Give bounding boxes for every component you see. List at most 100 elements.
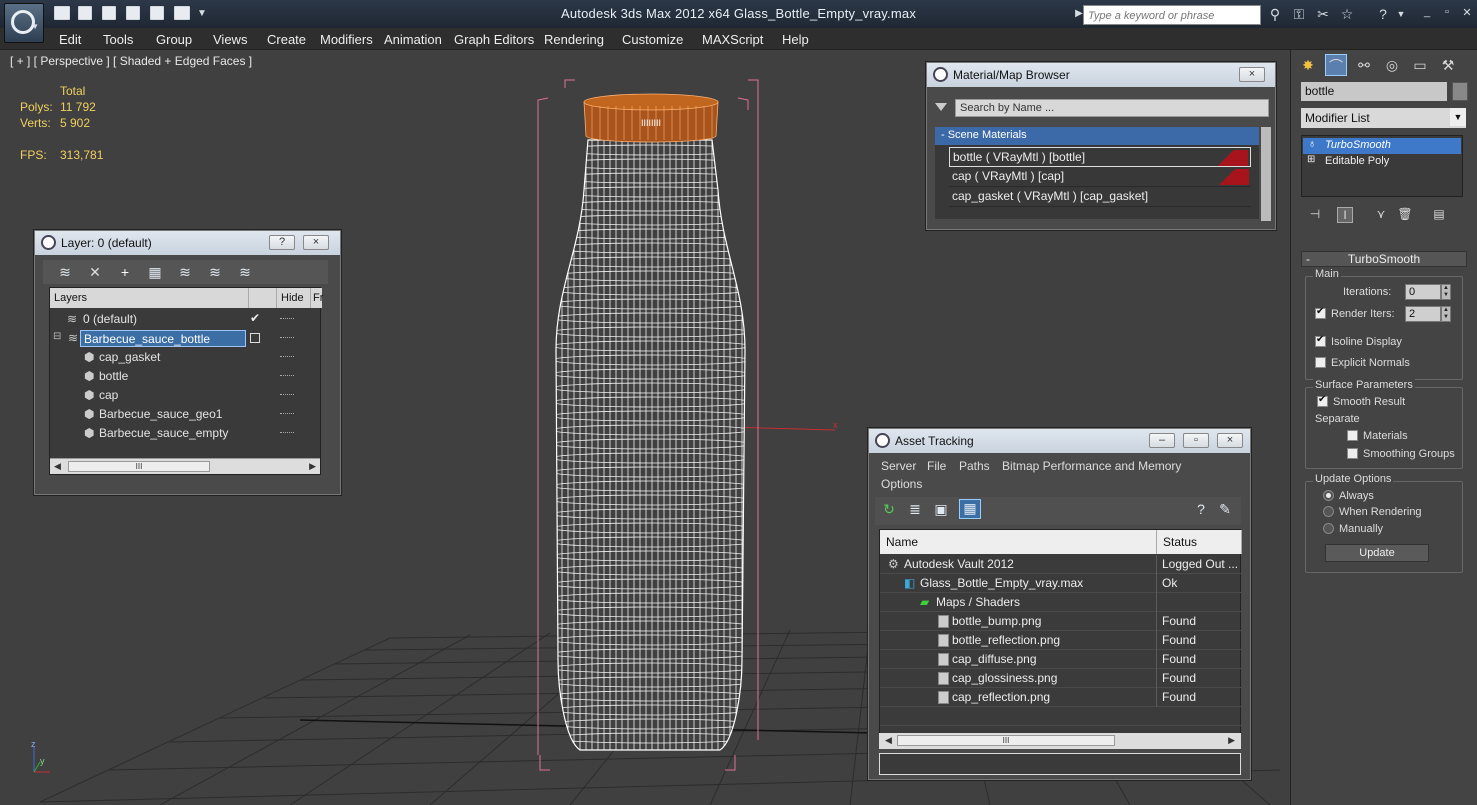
hide-toggle[interactable] xyxy=(280,337,294,340)
star-icon[interactable]: ☆ xyxy=(1339,6,1355,22)
scroll-thumb[interactable]: III xyxy=(68,461,210,472)
select-objects-icon[interactable]: ▦ xyxy=(147,264,163,280)
bottle-wireframe[interactable] xyxy=(550,140,751,760)
menu-graph-editors[interactable]: Graph Editors xyxy=(454,32,534,47)
layer-row[interactable]: ≋ 0 (default) ✔ xyxy=(50,310,320,329)
asset-row[interactable]: bottle_reflection.png Found xyxy=(880,631,1242,650)
scroll-right-icon[interactable]: ▶ xyxy=(309,461,316,472)
hide-toggle[interactable] xyxy=(280,375,294,378)
scene-materials-header[interactable]: - Scene Materials xyxy=(935,127,1259,145)
utilities-tab-icon[interactable]: ⚒ xyxy=(1437,54,1459,76)
manually-radio[interactable] xyxy=(1323,523,1334,534)
expand-icon[interactable]: ⊞ xyxy=(1307,154,1315,165)
hide-toggle[interactable] xyxy=(280,394,294,397)
asset-row[interactable]: ⚙ Autodesk Vault 2012 Logged Out ... xyxy=(880,555,1242,574)
when-rendering-radio[interactable] xyxy=(1323,506,1334,517)
collapse-icon[interactable]: ⊟ xyxy=(53,331,61,342)
object-row[interactable]: ⬢ Barbecue_sauce_empty xyxy=(50,424,320,443)
refresh-icon[interactable]: ↻ xyxy=(881,501,897,517)
maximize-button[interactable]: ▫ xyxy=(1438,6,1456,20)
binoculars-icon[interactable]: ⚲ xyxy=(1267,6,1283,22)
settings-icon[interactable]: ✎ xyxy=(1217,501,1233,517)
menu-tools[interactable]: Tools xyxy=(103,32,133,47)
menu-edit[interactable]: Edit xyxy=(59,32,81,47)
object-row[interactable]: ⬢ cap_gasket xyxy=(50,348,320,367)
active-box[interactable] xyxy=(250,333,260,343)
render-iters-checkbox[interactable] xyxy=(1315,306,1326,319)
menu-paths[interactable]: Paths xyxy=(959,459,990,473)
menu-animation[interactable]: Animation xyxy=(384,32,442,47)
smooth-result-checkbox[interactable] xyxy=(1317,394,1328,407)
maximize-button[interactable]: ▫ xyxy=(1183,433,1209,448)
vertical-scrollbar[interactable] xyxy=(1261,127,1271,221)
object-row[interactable]: ⬢ bottle xyxy=(50,367,320,386)
search-by-name-input[interactable]: Search by Name ... xyxy=(955,99,1269,117)
isoline-display-checkbox[interactable] xyxy=(1315,334,1326,347)
update-button[interactable]: Update xyxy=(1325,544,1429,562)
asset-row[interactable]: cap_glossiness.png Found xyxy=(880,669,1242,688)
table-view-icon[interactable]: ▦ xyxy=(959,499,981,519)
horizontal-scrollbar[interactable]: ◀ III ▶ xyxy=(50,458,320,474)
close-button[interactable]: × xyxy=(1217,433,1243,448)
highlight-icon[interactable]: ≋ xyxy=(177,264,193,280)
bottle-cap[interactable]: IIIIIIII xyxy=(583,93,719,143)
app-logo-button[interactable]: ▼ xyxy=(4,3,44,43)
smoothing-groups-checkbox[interactable] xyxy=(1347,448,1358,459)
stack-item-editable-poly[interactable]: ⊞ Editable Poly xyxy=(1303,154,1461,170)
configure-sets-icon[interactable]: ▤ xyxy=(1431,207,1447,223)
hide-toggle[interactable] xyxy=(280,318,294,321)
render-iters-spinner[interactable]: 2 xyxy=(1405,306,1441,322)
menu-server[interactable]: Server xyxy=(881,459,916,473)
layer-panel-title-bar[interactable]: Layer: 0 (default) ? × xyxy=(35,231,340,255)
remove-modifier-icon[interactable]: 🗑 xyxy=(1397,207,1413,223)
asset-row[interactable]: cap_diffuse.png Found xyxy=(880,650,1242,669)
scroll-left-icon[interactable]: ◀ xyxy=(885,735,892,746)
spinner-arrows[interactable]: ▲ ▼ xyxy=(1441,284,1451,300)
material-row[interactable]: cap_gasket ( VRayMtl ) [cap_gasket] xyxy=(949,187,1251,207)
help-dropdown-icon[interactable]: ▼ xyxy=(1393,6,1409,22)
options-dropdown-icon[interactable] xyxy=(935,103,947,111)
thumbnail-view-icon[interactable]: ▣ xyxy=(933,501,949,517)
turbosmooth-rollout-header[interactable]: - TurboSmooth xyxy=(1301,251,1467,267)
key-icon[interactable]: ⚿ xyxy=(1291,6,1307,22)
pin-stack-icon[interactable]: ⊣ xyxy=(1307,207,1323,223)
menu-options[interactable]: Options xyxy=(881,477,922,491)
modifier-list-dropdown[interactable]: Modifier List ▼ xyxy=(1301,108,1466,128)
asset-row[interactable]: ▰ Maps / Shaders xyxy=(880,593,1242,612)
lightbulb-icon[interactable]: ♁ xyxy=(1308,138,1316,150)
menu-rendering[interactable]: Rendering xyxy=(544,32,604,47)
layers-icon[interactable]: ≋ xyxy=(57,264,73,280)
help-button[interactable]: ? xyxy=(269,235,295,250)
help-icon[interactable]: ? xyxy=(1193,501,1209,517)
object-color-swatch[interactable] xyxy=(1452,82,1468,101)
close-button[interactable]: × xyxy=(1239,67,1265,82)
stack-item-turbosmooth[interactable]: ♁ TurboSmooth xyxy=(1303,138,1461,154)
search-input[interactable]: Type a keyword or phrase xyxy=(1083,5,1261,25)
material-row[interactable]: bottle ( VRayMtl ) [bottle] xyxy=(949,147,1251,167)
menu-help[interactable]: Help xyxy=(782,32,809,47)
minimize-button[interactable]: _ xyxy=(1418,6,1436,20)
object-row[interactable]: ⬢ Barbecue_sauce_geo1 xyxy=(50,405,320,424)
column-hide[interactable]: Hide xyxy=(276,288,310,308)
menu-customize[interactable]: Customize xyxy=(622,32,683,47)
spinner-arrows[interactable]: ▲ ▼ xyxy=(1441,306,1451,322)
layer-row[interactable]: ⊟ ≋ Barbecue_sauce_bottle xyxy=(50,329,320,348)
hide-toggle[interactable] xyxy=(280,413,294,416)
close-button[interactable]: ✕ xyxy=(1458,6,1476,20)
object-name-field[interactable]: bottle xyxy=(1301,82,1447,101)
tools-icon[interactable]: ✂ xyxy=(1315,6,1331,22)
freeze-all-icon[interactable]: ≋ xyxy=(237,264,253,280)
asset-tracking-title-bar[interactable]: Asset Tracking – ▫ × xyxy=(869,429,1250,453)
horizontal-scrollbar[interactable]: ◀ III ▶ xyxy=(879,733,1241,749)
menu-create[interactable]: Create xyxy=(267,32,306,47)
menu-modifiers[interactable]: Modifiers xyxy=(320,32,373,47)
help-icon[interactable]: ? xyxy=(1375,6,1391,22)
hierarchy-tab-icon[interactable]: ⚯ xyxy=(1353,54,1375,76)
motion-tab-icon[interactable]: ◎ xyxy=(1381,54,1403,76)
display-tab-icon[interactable]: ▭ xyxy=(1409,54,1431,76)
material-browser-title-bar[interactable]: Material/Map Browser × xyxy=(927,63,1275,87)
make-unique-icon[interactable]: ⋎ xyxy=(1373,207,1389,223)
menu-group[interactable]: Group xyxy=(156,32,192,47)
scroll-thumb[interactable]: III xyxy=(897,735,1115,746)
material-row[interactable]: cap ( VRayMtl ) [cap] xyxy=(949,167,1251,187)
